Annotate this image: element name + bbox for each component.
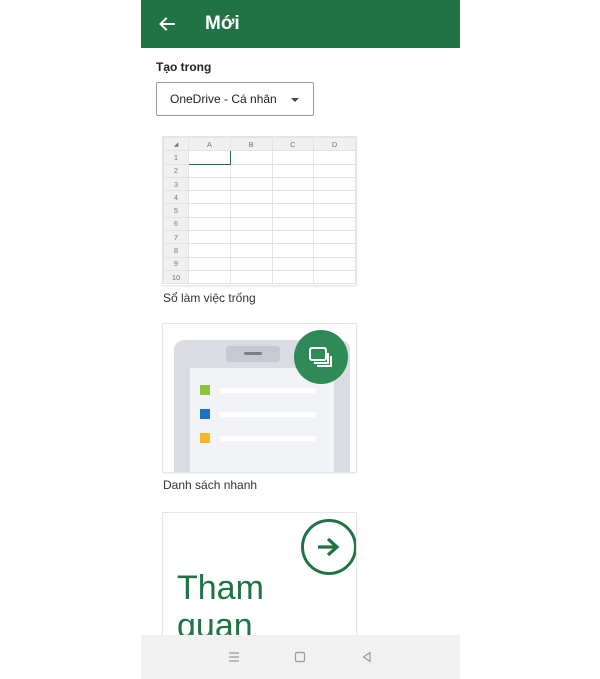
- blank-workbook-thumbnail: ◢ A B C D 1 2 3 4 5 6 7 8 9 10: [163, 137, 356, 285]
- row-header: 3: [163, 176, 189, 192]
- caret-down-icon: [291, 98, 299, 102]
- row-header: 2: [163, 163, 189, 178]
- arrow-left-icon: [159, 17, 175, 31]
- location-label: Tạo trong: [156, 60, 212, 74]
- quick-list-thumbnail: [163, 324, 356, 472]
- arrow-right-circle-icon: [301, 519, 356, 575]
- spreadsheet-grid: ◢ A B C D 1 2 3 4 5 6 7 8 9 10: [163, 137, 356, 285]
- column-header: D: [313, 137, 356, 152]
- list-item-illustration: [200, 385, 324, 395]
- column-header: B: [229, 137, 273, 152]
- recents-button[interactable]: [222, 645, 246, 669]
- column-header: C: [271, 137, 315, 152]
- template-quick-list[interactable]: Danh sách nhanh: [163, 324, 356, 492]
- row-header: 7: [163, 230, 189, 245]
- row-header: 1: [163, 150, 189, 165]
- home-icon: [295, 651, 306, 663]
- row-header: 10: [163, 269, 189, 285]
- recents-icon: [229, 652, 240, 662]
- system-nav-bar: [141, 635, 460, 679]
- page-title: Mới: [205, 13, 240, 34]
- tour-title: Tham quan: [177, 569, 264, 643]
- list-item-illustration: [200, 409, 324, 419]
- select-all-corner-icon: ◢: [163, 137, 189, 152]
- stacked-pages-icon: [294, 330, 348, 384]
- app-bar: Mới: [141, 0, 460, 48]
- tour-thumbnail: Tham quan: [163, 513, 356, 643]
- template-caption: Danh sách nhanh: [163, 478, 258, 492]
- row-header: 8: [163, 243, 189, 258]
- row-header: 5: [163, 203, 189, 218]
- active-cell: [188, 150, 231, 165]
- row-header: 9: [163, 256, 189, 271]
- column-header: A: [188, 137, 231, 152]
- back-triangle-icon: [362, 651, 371, 663]
- template-caption: Sổ làm việc trống: [163, 291, 256, 305]
- list-item-illustration: [200, 433, 324, 443]
- device-notch: [226, 346, 280, 362]
- back-button[interactable]: [143, 0, 191, 48]
- phone-screen: Mới Tạo trong OneDrive - Cá nhân ◢ A B C…: [141, 0, 460, 679]
- template-blank-workbook[interactable]: ◢ A B C D 1 2 3 4 5 6 7 8 9 10 Sổ làm vi…: [163, 137, 356, 305]
- location-selected-value: OneDrive - Cá nhân: [170, 92, 277, 106]
- template-tour[interactable]: Tham quan: [163, 513, 356, 643]
- row-header: 6: [163, 216, 189, 232]
- system-back-button[interactable]: [355, 645, 379, 669]
- row-header: 4: [163, 190, 189, 205]
- list-illustration: [190, 368, 334, 472]
- location-dropdown[interactable]: OneDrive - Cá nhân: [156, 82, 314, 116]
- home-button[interactable]: [288, 645, 312, 669]
